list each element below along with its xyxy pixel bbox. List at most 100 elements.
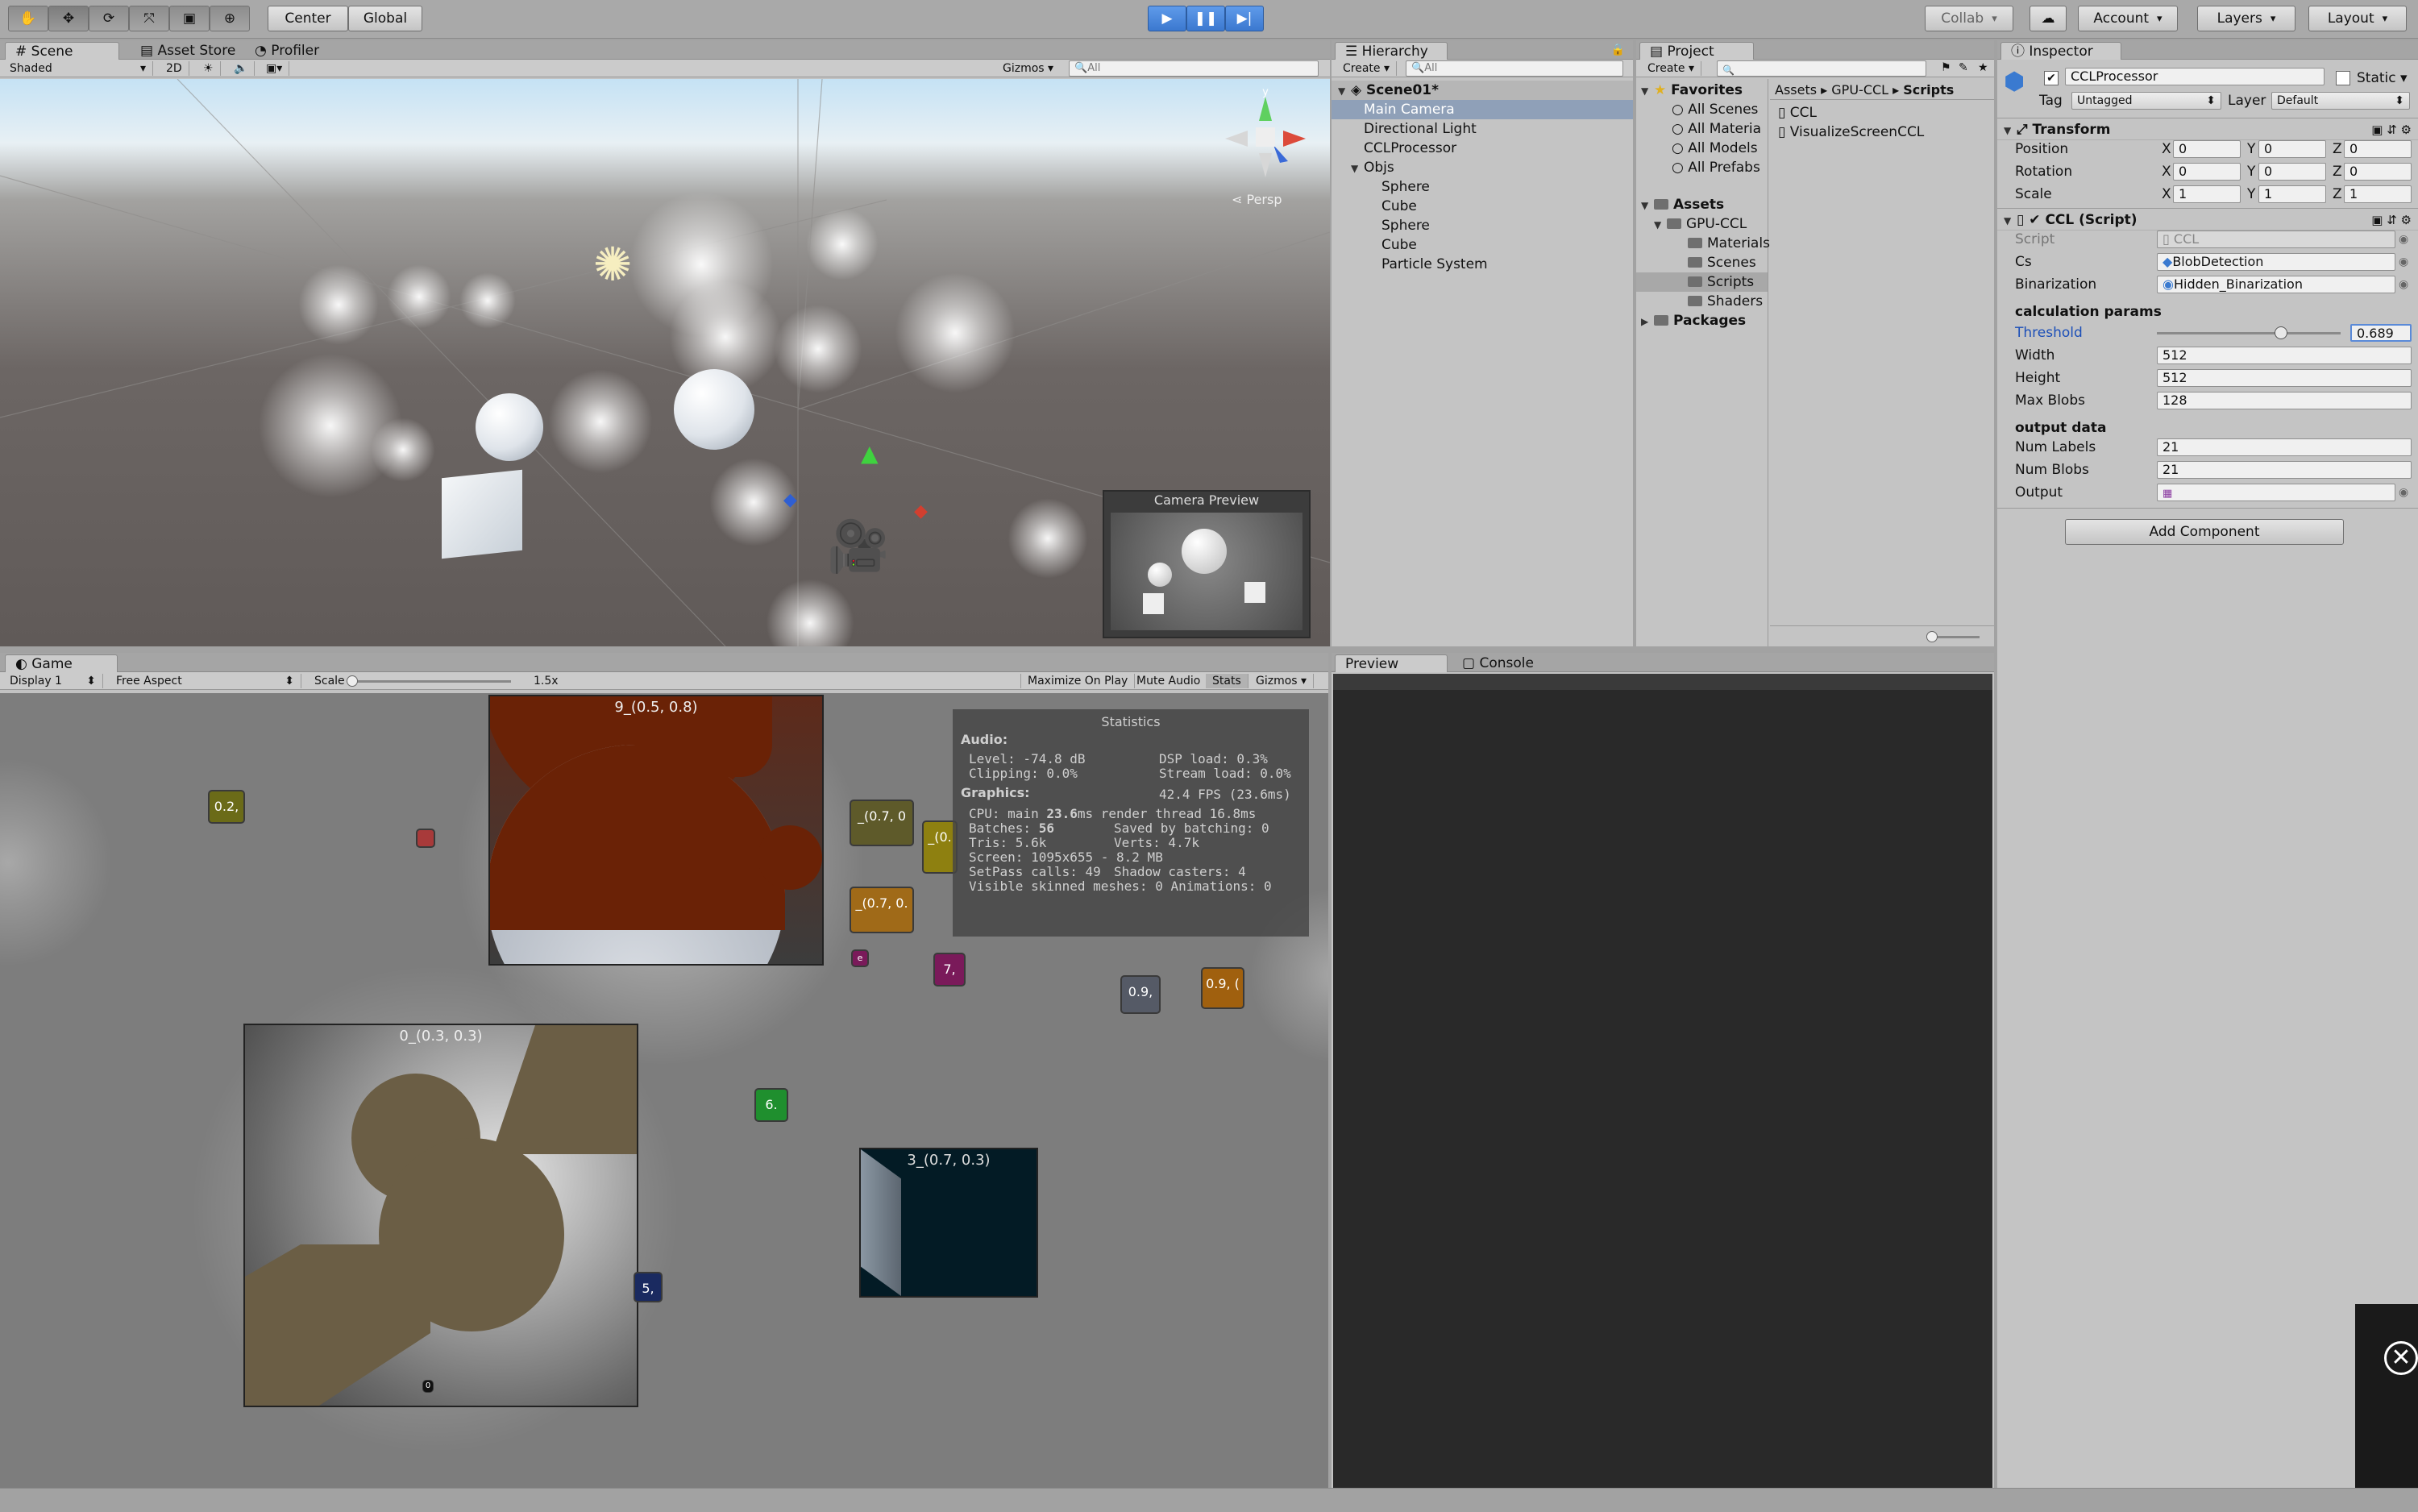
- shading-mode-dropdown[interactable]: Shaded ▾: [3, 61, 153, 76]
- tab-asset-store[interactable]: ▤ Asset Store: [131, 42, 245, 60]
- audio-toggle-icon[interactable]: 🔈: [227, 61, 256, 76]
- active-checkbox[interactable]: ✔: [2044, 71, 2059, 85]
- static-checkbox[interactable]: [2336, 71, 2350, 85]
- camera-gizmo-icon[interactable]: 🎥: [814, 514, 903, 579]
- display-dropdown[interactable]: Display 1 ⬍: [3, 674, 103, 688]
- output-field[interactable]: ▦: [2157, 484, 2395, 501]
- global-toggle[interactable]: Global: [348, 6, 422, 31]
- tab-profiler[interactable]: ◔ Profiler: [245, 42, 329, 60]
- tag-dropdown[interactable]: Untagged ⬍: [2071, 92, 2221, 110]
- object-picker-icon[interactable]: ◉: [2399, 253, 2408, 271]
- hand-tool-icon[interactable]: ✋: [8, 6, 48, 31]
- threshold-slider[interactable]: [2157, 324, 2341, 342]
- game-viewport[interactable]: 9_(0.5, 0.8) 0_(0.3, 0.3) 3_(0.7, 0.3) 0…: [0, 693, 1328, 1488]
- binarization-field[interactable]: ◉Hidden_Binarization: [2157, 276, 2395, 293]
- hierarchy-create-dropdown[interactable]: Create ▾: [1336, 61, 1398, 76]
- add-component-button[interactable]: Add Component: [2065, 519, 2344, 545]
- file-ccl[interactable]: ▯ CCL: [1778, 103, 1817, 123]
- filter-type-icon[interactable]: ⚑: [1941, 61, 1951, 74]
- mute-audio-toggle[interactable]: Mute Audio: [1130, 674, 1208, 688]
- hierarchy-item-sphere[interactable]: Sphere: [1332, 177, 1633, 197]
- ccl-script-header[interactable]: ▼ ▯ ✔ CCL (Script) ▣ ⇵ ⚙: [1997, 208, 2418, 231]
- rotation-y-field[interactable]: 0: [2258, 163, 2326, 181]
- layers-dropdown[interactable]: Layers: [2197, 6, 2295, 31]
- favorite-item[interactable]: ○ All Scenes: [1636, 100, 1768, 119]
- layer-dropdown[interactable]: Default ⬍: [2271, 92, 2410, 110]
- cloud-button[interactable]: ☁: [2030, 6, 2067, 31]
- rect-tool-icon[interactable]: ▣: [169, 6, 210, 31]
- rotation-z-field[interactable]: 0: [2344, 163, 2412, 181]
- sphere-object[interactable]: [476, 393, 543, 461]
- object-picker-icon[interactable]: ◉: [2399, 231, 2408, 248]
- tab-hierarchy[interactable]: ☰ Hierarchy: [1335, 42, 1448, 60]
- transform-tool-icon[interactable]: ⊕: [210, 6, 250, 31]
- hierarchy-item-directional-light[interactable]: Directional Light: [1332, 119, 1633, 139]
- favorite-item[interactable]: ○ All Prefabs: [1636, 158, 1768, 177]
- width-field[interactable]: 512: [2157, 347, 2412, 364]
- breadcrumb-item[interactable]: Scripts: [1903, 82, 1954, 98]
- favorites-row[interactable]: ▼ ★ Favorites: [1636, 81, 1768, 100]
- scale-slider[interactable]: Scale 1.5x: [308, 674, 572, 688]
- icon-size-slider[interactable]: [1770, 625, 1994, 646]
- step-button[interactable]: ▶|: [1225, 6, 1264, 31]
- rotate-tool-icon[interactable]: ⟳: [89, 6, 129, 31]
- max-blobs-field[interactable]: 128: [2157, 392, 2412, 409]
- hierarchy-search-input[interactable]: 🔍All: [1406, 60, 1623, 77]
- pivot-center-toggle[interactable]: Center: [268, 6, 348, 31]
- object-picker-icon[interactable]: ◉: [2399, 276, 2408, 293]
- scene-viewport[interactable]: ✺ 🎥 ▲ ◆ ◆ y ⋖ Persp Camera Preview: [0, 79, 1330, 646]
- threshold-field[interactable]: 0.689: [2350, 324, 2412, 342]
- scene-gizmos-dropdown[interactable]: Gizmos ▾: [996, 61, 1060, 76]
- favorite-item[interactable]: ○ All Models: [1636, 139, 1768, 158]
- hierarchy-item-objs[interactable]: ▼ Objs: [1332, 158, 1633, 177]
- breadcrumb-item[interactable]: Assets: [1775, 82, 1817, 98]
- subfolder-scripts[interactable]: Scripts: [1636, 272, 1768, 292]
- directional-light-icon[interactable]: ✺: [588, 240, 637, 289]
- hierarchy-item-main-camera[interactable]: Main Camera: [1332, 100, 1633, 119]
- threshold-thumb[interactable]: [2275, 326, 2288, 339]
- account-dropdown[interactable]: Account: [2078, 6, 2178, 31]
- sphere-object[interactable]: [674, 369, 754, 450]
- favorite-item[interactable]: ○ All Materia: [1636, 119, 1768, 139]
- object-picker-icon[interactable]: ◉: [2399, 484, 2408, 501]
- scale-z-field[interactable]: 1: [2344, 185, 2412, 203]
- filter-label-icon[interactable]: ✎: [1959, 61, 1968, 74]
- cs-field[interactable]: ◆BlobDetection: [2157, 253, 2395, 271]
- layout-dropdown[interactable]: Layout: [2308, 6, 2407, 31]
- play-button[interactable]: ▶: [1148, 6, 1186, 31]
- file-visualizescreenccl[interactable]: ▯ VisualizeScreenCCL: [1778, 123, 1924, 142]
- move-handle-x-icon[interactable]: ◆: [914, 501, 932, 521]
- orientation-gizmo[interactable]: y: [1217, 86, 1314, 185]
- object-name-field[interactable]: CCLProcessor: [2065, 68, 2325, 85]
- scale-thumb[interactable]: [347, 675, 358, 687]
- cube-object[interactable]: [442, 469, 522, 559]
- hierarchy-item-cclprocessor[interactable]: CCLProcessor: [1332, 139, 1633, 158]
- 2d-toggle[interactable]: 2D: [160, 61, 189, 76]
- breadcrumb-item[interactable]: GPU-CCL: [1831, 82, 1888, 98]
- num-blobs-field[interactable]: 21: [2157, 461, 2412, 479]
- maximize-on-play-toggle[interactable]: Maximize On Play: [1020, 674, 1136, 688]
- hierarchy-item-cube[interactable]: Cube: [1332, 235, 1633, 255]
- component-settings-icon[interactable]: ▣ ⇵ ⚙: [2371, 211, 2412, 229]
- project-search-input[interactable]: 🔍: [1717, 60, 1926, 77]
- subfolder-shaders[interactable]: Shaders: [1636, 292, 1768, 311]
- move-tool-icon[interactable]: ✥: [48, 6, 89, 31]
- tab-project[interactable]: ▤ Project: [1639, 42, 1754, 60]
- tab-inspector[interactable]: ⓘ Inspector: [2000, 42, 2121, 60]
- lighting-toggle-icon[interactable]: ☀: [197, 61, 221, 76]
- position-x-field[interactable]: 0: [2173, 140, 2241, 158]
- hierarchy-item-particle-system[interactable]: Particle System: [1332, 255, 1633, 274]
- num-labels-field[interactable]: 21: [2157, 438, 2412, 456]
- scale-tool-icon[interactable]: ⤧: [129, 6, 169, 31]
- game-gizmos-dropdown[interactable]: Gizmos ▾: [1249, 674, 1315, 688]
- position-y-field[interactable]: 0: [2258, 140, 2326, 158]
- favorite-star-icon[interactable]: ★: [1978, 61, 1988, 74]
- tab-console[interactable]: ▢ Console: [1452, 654, 1543, 672]
- scale-x-field[interactable]: 1: [2173, 185, 2241, 203]
- tab-preview[interactable]: Preview: [1335, 654, 1448, 672]
- hierarchy-item-sphere[interactable]: Sphere: [1332, 216, 1633, 235]
- scene-root-row[interactable]: ▼ ◈ Scene01*: [1332, 81, 1633, 100]
- persp-label[interactable]: ⋖ Persp: [1232, 192, 1282, 207]
- effects-toggle-icon[interactable]: ▣▾: [260, 61, 290, 76]
- tab-scene[interactable]: # Scene: [5, 42, 119, 60]
